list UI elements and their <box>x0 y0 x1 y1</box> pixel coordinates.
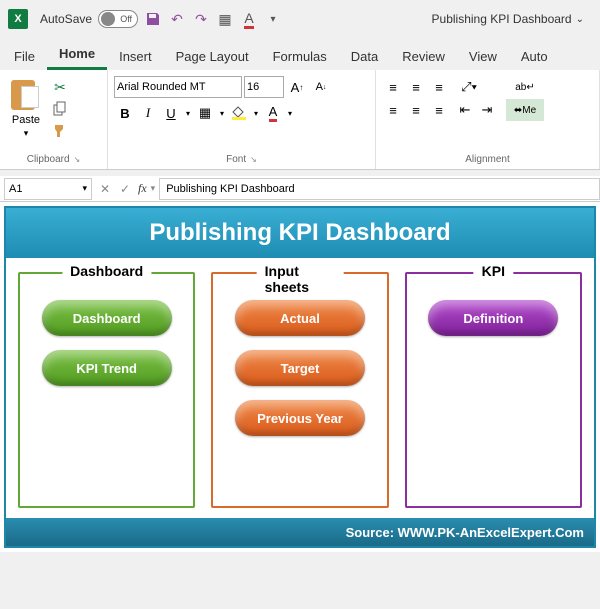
title-bar: X AutoSave Off ↶ ↷ ▦ A ▾ Publishing KPI … <box>0 0 600 38</box>
formula-bar: A1 ▾ ✕ ✓ fx ▾ <box>0 176 600 202</box>
cancel-formula-icon[interactable]: ✕ <box>96 180 114 198</box>
ribbon: Paste ▾ ✂ Clipboard ↘ A↑ <box>0 70 600 170</box>
paste-label: Paste <box>12 114 40 126</box>
worksheet[interactable]: Publishing KPI Dashboard Dashboard Dashb… <box>0 202 600 552</box>
card-kpi: KPI Definition <box>405 272 582 508</box>
card-dashboard: Dashboard Dashboard KPI Trend <box>18 272 195 508</box>
fill-more-icon[interactable]: ▾ <box>251 102 261 124</box>
borders-icon[interactable]: ▦ <box>216 10 234 28</box>
dialog-launcher-icon[interactable]: ↘ <box>250 155 257 164</box>
borders-more-icon[interactable]: ▾ <box>217 102 227 124</box>
paste-button[interactable]: Paste ▾ <box>6 78 46 139</box>
chevron-down-icon[interactable]: ▾ <box>151 183 156 194</box>
card-row: Dashboard Dashboard KPI Trend Input shee… <box>6 258 594 518</box>
underline-button[interactable]: U <box>160 102 182 124</box>
orientation-icon[interactable]: ⤢▾ <box>454 76 484 98</box>
chevron-down-icon: ▾ <box>82 183 87 194</box>
merge-button[interactable]: ⬌ Me <box>506 99 544 121</box>
autosave-toggle[interactable]: Off <box>98 10 138 28</box>
name-box[interactable]: A1 ▾ <box>4 178 92 200</box>
document-title-text: Publishing KPI Dashboard <box>432 12 572 26</box>
tab-data[interactable]: Data <box>339 43 390 70</box>
align-middle-icon[interactable]: ≡ <box>405 76 427 98</box>
previous-year-button[interactable]: Previous Year <box>235 400 365 436</box>
card-dashboard-title: Dashboard <box>62 263 151 279</box>
copy-icon[interactable] <box>50 100 70 118</box>
cell-reference: A1 <box>9 183 22 195</box>
decrease-indent-icon[interactable]: ⇤ <box>454 99 476 121</box>
clipboard-group-label: Clipboard <box>27 154 70 165</box>
increase-indent-icon[interactable]: ⇥ <box>476 99 498 121</box>
tab-page-layout[interactable]: Page Layout <box>164 43 261 70</box>
card-input-title: Input sheets <box>257 263 344 295</box>
toggle-knob-icon <box>101 12 115 26</box>
document-title[interactable]: Publishing KPI Dashboard ⌄ <box>432 12 584 26</box>
save-icon[interactable] <box>144 10 162 28</box>
bold-button[interactable]: B <box>114 102 136 124</box>
increase-font-icon[interactable]: A↑ <box>286 76 308 98</box>
actual-button[interactable]: Actual <box>235 300 365 336</box>
kpi-trend-button[interactable]: KPI Trend <box>42 350 172 386</box>
fx-icon[interactable]: fx <box>138 181 147 196</box>
tab-formulas[interactable]: Formulas <box>261 43 339 70</box>
tab-review[interactable]: Review <box>390 43 457 70</box>
italic-button[interactable]: I <box>137 102 159 124</box>
dashboard-frame: Publishing KPI Dashboard Dashboard Dashb… <box>4 206 596 548</box>
ribbon-group-font: A↑ A↓ B I U ▾ ▦ ▾ ▾ A ▾ Font ↘ <box>108 70 376 169</box>
card-input-sheets: Input sheets Actual Target Previous Year <box>211 272 388 508</box>
tab-home[interactable]: Home <box>47 40 107 70</box>
definition-button[interactable]: Definition <box>428 300 558 336</box>
chevron-down-icon: ⌄ <box>576 14 584 25</box>
font-name-select[interactable] <box>114 76 242 98</box>
font-color-icon[interactable]: A <box>240 10 258 28</box>
font-group-label: Font <box>226 154 246 165</box>
redo-icon[interactable]: ↷ <box>192 10 210 28</box>
tab-view[interactable]: View <box>457 43 509 70</box>
align-left-icon[interactable]: ≡ <box>382 99 404 121</box>
ribbon-group-alignment: ≡ ≡ ≡ ≡ ≡ ≡ ⤢▾ ⇤ ⇥ ab↵ ⬌ Me Alignment <box>376 70 600 169</box>
tab-insert[interactable]: Insert <box>107 43 164 70</box>
source-footer: Source: WWW.PK-AnExcelExpert.Com <box>6 518 594 546</box>
cut-icon[interactable]: ✂ <box>50 78 70 96</box>
align-center-icon[interactable]: ≡ <box>405 99 427 121</box>
chevron-down-icon: ▾ <box>24 128 29 139</box>
dashboard-banner: Publishing KPI Dashboard <box>6 208 594 258</box>
dialog-launcher-icon[interactable]: ↘ <box>74 155 81 164</box>
autosave-state: Off <box>120 14 132 24</box>
align-top-icon[interactable]: ≡ <box>382 76 404 98</box>
dashboard-button[interactable]: Dashboard <box>42 300 172 336</box>
excel-logo-icon: X <box>8 9 28 29</box>
font-color-more-icon[interactable]: ▾ <box>285 102 295 124</box>
font-color-button[interactable]: A <box>262 102 284 124</box>
paste-icon <box>11 78 41 112</box>
align-bottom-icon[interactable]: ≡ <box>428 76 450 98</box>
accept-formula-icon[interactable]: ✓ <box>116 180 134 198</box>
undo-icon[interactable]: ↶ <box>168 10 186 28</box>
card-kpi-title: KPI <box>474 263 513 279</box>
wrap-text-button[interactable]: ab↵ <box>506 76 544 98</box>
format-painter-icon[interactable] <box>50 122 70 140</box>
tab-auto[interactable]: Auto <box>509 43 560 70</box>
ribbon-tabs: File Home Insert Page Layout Formulas Da… <box>0 38 600 70</box>
ribbon-group-clipboard: Paste ▾ ✂ Clipboard ↘ <box>0 70 108 169</box>
borders-button[interactable]: ▦ <box>194 102 216 124</box>
underline-more-icon[interactable]: ▾ <box>183 102 193 124</box>
formula-input[interactable] <box>159 178 600 200</box>
fill-color-button[interactable] <box>228 102 250 124</box>
autosave-label: AutoSave <box>40 12 92 26</box>
font-size-select[interactable] <box>244 76 284 98</box>
target-button[interactable]: Target <box>235 350 365 386</box>
decrease-font-icon[interactable]: A↓ <box>310 76 332 98</box>
tab-file[interactable]: File <box>2 43 47 70</box>
align-right-icon[interactable]: ≡ <box>428 99 450 121</box>
qat-more-icon[interactable]: ▾ <box>264 10 282 28</box>
alignment-group-label: Alignment <box>465 154 509 165</box>
